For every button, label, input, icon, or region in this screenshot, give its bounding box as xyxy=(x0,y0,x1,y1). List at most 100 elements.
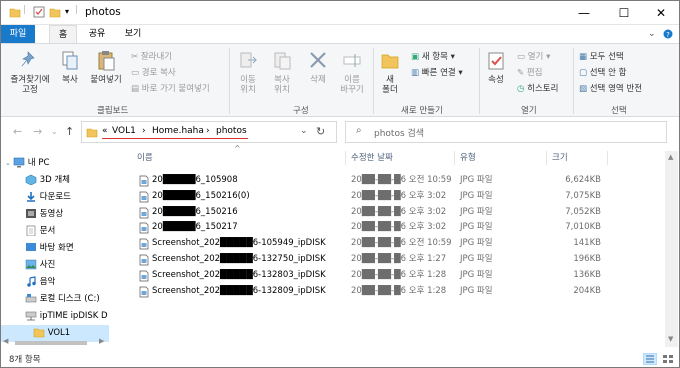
pictures-icon xyxy=(25,259,37,270)
history-button[interactable]: ◷ 히스토리 xyxy=(517,82,558,94)
nav-item-3d-objects[interactable]: 3D 개체 xyxy=(25,172,70,189)
new-folder-quick-icon[interactable] xyxy=(49,6,61,18)
file-row[interactable]: 20█████6_105908 20██-██-█6 오전 10:59 JPG 파일… xyxy=(136,173,606,188)
network-drive-icon xyxy=(25,311,37,321)
nav-item-iptime-ipdisk[interactable]: ipTIME ipDISK D xyxy=(25,308,108,325)
scroll-down-icon[interactable]: ▼ xyxy=(668,335,673,343)
forward-arrow-icon[interactable]: → xyxy=(33,125,42,138)
scroll-thumb[interactable] xyxy=(15,341,87,345)
tab-share[interactable]: 공유 xyxy=(83,25,111,43)
scroll-up-icon[interactable]: ▲ xyxy=(668,153,673,161)
breadcrumb-vol1[interactable]: VOL1 xyxy=(112,126,136,136)
new-item-button[interactable]: ▣ 새 항목 ▾ xyxy=(411,50,455,62)
select-none-button[interactable]: ▢ 선택 안 함 xyxy=(579,66,626,78)
search-box[interactable]: ⌕ photos 검색 xyxy=(345,121,667,143)
copy-button[interactable]: 복사 xyxy=(57,50,83,85)
file-row[interactable]: Screenshot_202█████6-132750_ipDISK 20██-█… xyxy=(136,252,606,267)
scroll-right-icon[interactable]: ▶ xyxy=(99,337,104,345)
nav-horizontal-scrollbar[interactable]: ◀ ▶ xyxy=(1,337,109,349)
history-icon: ◷ xyxy=(517,84,528,94)
copy-path-button[interactable]: ▭ 경로 복사 xyxy=(131,66,176,78)
refresh-icon[interactable]: ↻ xyxy=(316,125,325,138)
scroll-left-icon[interactable]: ◀ xyxy=(3,337,8,345)
jpg-file-icon xyxy=(139,191,149,203)
back-arrow-icon[interactable]: ← xyxy=(13,125,22,138)
up-arrow-icon[interactable]: ↑ xyxy=(65,125,74,138)
breadcrumb-overflow[interactable]: « xyxy=(102,126,108,136)
pc-icon xyxy=(13,157,25,168)
column-divider[interactable] xyxy=(345,151,346,165)
paste-shortcut-button[interactable]: ▤ 바로 가기 붙여넣기 xyxy=(131,82,210,94)
customize-quick-access-icon[interactable]: ▾ xyxy=(65,7,69,16)
file-date: 20██-██-█6 오후 3:02 xyxy=(351,206,447,217)
search-input[interactable]: photos 검색 xyxy=(374,126,424,139)
column-divider[interactable] xyxy=(607,151,608,165)
select-all-label: 모두 선택 xyxy=(589,52,624,62)
tab-home[interactable]: 홈 xyxy=(49,25,77,43)
breadcrumb-separator[interactable]: › xyxy=(206,126,210,136)
address-bar[interactable]: « VOL1 › Home.haha › photos ⌄ ↻ xyxy=(81,121,337,143)
nav-item-downloads[interactable]: 다운로드 xyxy=(25,189,71,206)
column-header-name[interactable]: 이름 xyxy=(137,151,153,167)
properties-button[interactable]: 속성 xyxy=(483,50,509,85)
pin-quick-access-button[interactable]: 즐겨찾기에 고정 xyxy=(5,50,55,95)
file-row[interactable]: Screenshot_202█████6-105949_ipDISK 20██-█… xyxy=(136,236,606,251)
nav-item-music[interactable]: 음악 xyxy=(25,274,55,291)
nav-item-local-disk[interactable]: 로컬 디스크 (C:) xyxy=(25,291,100,308)
file-date: 20██-██-█6 오후 3:02 xyxy=(351,222,447,233)
nav-item-documents[interactable]: 문서 xyxy=(25,223,55,240)
file-row[interactable]: 20█████6_150217 20██-██-█6 오후 3:02 JPG 파일 7… xyxy=(136,220,606,235)
column-header-date[interactable]: 수정한 날짜 xyxy=(351,151,393,167)
delete-button[interactable]: 삭제 xyxy=(303,50,333,85)
ribbon-separator xyxy=(479,48,480,114)
cut-button[interactable]: ✂ 잘라내기 xyxy=(131,50,172,62)
easy-access-button[interactable]: ▥ 빠른 연결 ▾ xyxy=(411,66,463,78)
file-size: 7,075KB xyxy=(565,190,601,201)
column-header-size[interactable]: 크기 xyxy=(552,151,568,167)
chevron-down-icon[interactable]: ⌄ xyxy=(648,29,656,39)
breadcrumb-home-haha[interactable]: Home.haha xyxy=(152,126,204,136)
maximize-button[interactable]: ☐ xyxy=(605,1,643,25)
column-divider[interactable] xyxy=(546,151,547,165)
breadcrumb-separator[interactable]: › xyxy=(142,126,146,136)
details-view-icon[interactable] xyxy=(643,353,657,365)
large-icons-view-icon[interactable] xyxy=(661,353,675,365)
file-date: 20██-██-█6 오후 3:02 xyxy=(351,190,447,201)
column-header-type[interactable]: 유형 xyxy=(460,151,476,167)
recent-locations-chevron-icon[interactable]: ⌄ xyxy=(51,127,58,136)
edit-button[interactable]: ✎ 편집 xyxy=(517,66,542,78)
move-to-button[interactable]: 이동 위치 xyxy=(233,50,263,95)
breadcrumb-photos[interactable]: photos xyxy=(216,126,247,136)
cube-icon xyxy=(25,174,37,185)
nav-item-pictures[interactable]: 사진 xyxy=(25,257,55,274)
title-bar: | ▾ | photos — ☐ ✕ xyxy=(1,1,679,25)
new-folder-button[interactable]: 새 폴더 xyxy=(377,50,403,95)
nav-item-this-pc[interactable]: ⌄ 내 PC xyxy=(5,155,49,172)
nav-item-desktop[interactable]: 바탕 화면 xyxy=(25,240,74,257)
nav-item-videos[interactable]: 동영상 xyxy=(25,206,63,223)
vertical-scrollbar[interactable]: ▲ ▼ xyxy=(665,151,678,347)
file-row[interactable]: 20█████6_150216(0) 20██-██-█6 오후 3:02 JPG … xyxy=(136,189,606,204)
select-all-button[interactable]: ▦ 모두 선택 xyxy=(579,50,624,62)
file-row[interactable]: Screenshot_202█████6-132803_ipDISK 20██-█… xyxy=(136,268,606,283)
nav-label: 내 PC xyxy=(27,158,50,168)
jpg-file-icon xyxy=(139,207,149,218)
minimize-button[interactable]: — xyxy=(565,1,603,25)
rename-button[interactable]: 이름 바꾸기 xyxy=(335,50,369,95)
folder-icon[interactable] xyxy=(9,6,21,18)
column-divider[interactable] xyxy=(454,151,455,165)
copy-to-button[interactable]: 복사 위치 xyxy=(267,50,297,95)
chevron-down-icon[interactable]: ⌄ xyxy=(5,159,13,167)
address-dropdown-chevron-icon[interactable]: ⌄ xyxy=(300,126,308,136)
tab-file[interactable]: 파일 xyxy=(1,25,35,43)
tab-view[interactable]: 보기 xyxy=(119,25,147,43)
close-button[interactable]: ✕ xyxy=(642,1,680,25)
help-icon[interactable]: ? xyxy=(663,29,673,39)
open-button[interactable]: ▭ 열기 ▾ xyxy=(517,50,550,62)
properties-check-icon[interactable] xyxy=(33,6,45,18)
copy-icon xyxy=(62,51,78,70)
paste-button[interactable]: 붙여넣기 xyxy=(85,50,127,85)
file-row[interactable]: Screenshot_202█████6-132809_ipDISK 20██-█… xyxy=(136,284,606,299)
invert-selection-button[interactable]: ▧ 선택 영역 반전 xyxy=(579,82,642,94)
file-row[interactable]: 20█████6_150216 20██-██-█6 오후 3:02 JPG 파일 7… xyxy=(136,205,606,220)
